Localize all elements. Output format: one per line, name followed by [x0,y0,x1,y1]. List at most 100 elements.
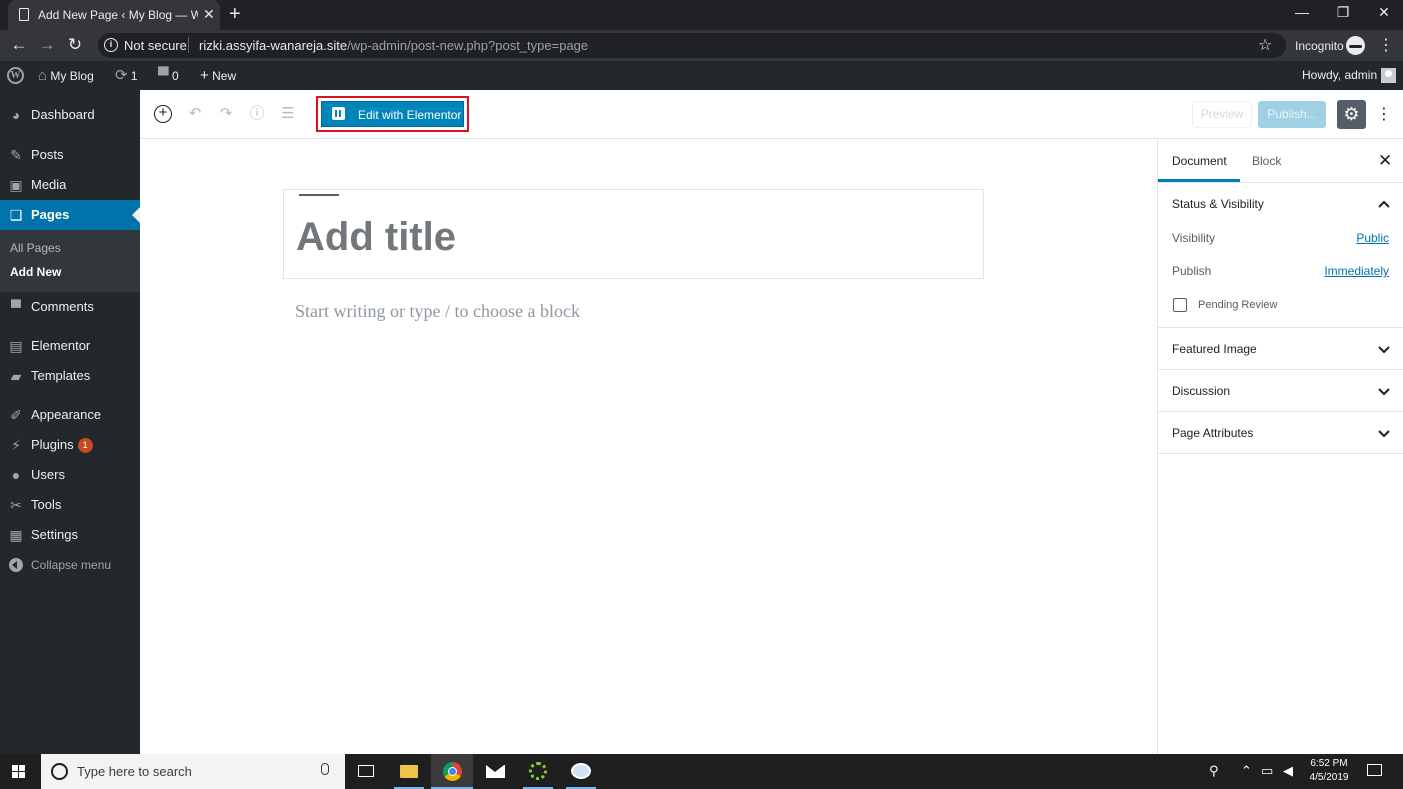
sidebar-item-label: Pages [31,207,70,222]
sidebar-item-comments[interactable]: ▀ Comments [0,292,140,322]
chevron-up-icon[interactable]: ⌃ [1241,763,1252,779]
sidebar-item-settings[interactable]: ▦ Settings [0,520,140,550]
people-icon[interactable]: ⚲ [1209,763,1219,779]
sidebar-item-templates[interactable]: ▰ Templates [0,361,140,391]
sidebar-item-elementor[interactable]: ▤ Elementor [0,331,140,361]
publish-button[interactable]: Publish... [1258,101,1326,128]
sidebar-item-plugins[interactable]: ⚡ Plugins 1 [0,430,140,460]
edit-with-elementor-button[interactable]: Edit with Elementor [321,101,464,127]
sidebar-item-appearance[interactable]: ✐ Appearance [0,400,140,430]
task-view-icon[interactable] [345,754,387,789]
panel-status-visibility[interactable]: Status & Visibility [1158,183,1403,225]
block-placeholder[interactable]: Start writing or type / to choose a bloc… [295,301,580,322]
home-icon: ⌂ [38,67,48,84]
tab-document[interactable]: Document [1172,154,1227,168]
submenu-all-pages[interactable]: All Pages [10,241,61,255]
bookmark-star-icon[interactable]: ☆ [1258,35,1272,55]
loading-app-icon[interactable] [517,754,559,789]
clock-date: 4/5/2019 [1309,772,1349,783]
paint-icon[interactable] [560,754,602,789]
divider [188,37,189,53]
submenu-add-new[interactable]: Add New [10,265,61,279]
mail-icon[interactable] [474,754,516,789]
taskbar-search[interactable]: Type here to search [41,754,345,789]
forward-icon[interactable]: → [37,35,57,55]
sidebar-item-tools[interactable]: ✂ Tools [0,490,140,520]
folder-icon: ▰ [10,368,22,384]
sidebar-item-media[interactable]: ▣ Media [0,170,140,200]
file-explorer-icon[interactable] [388,754,430,789]
redo-icon[interactable]: ↷ [216,104,236,124]
avatar[interactable] [1381,68,1396,83]
title-field[interactable]: Add title [283,189,984,279]
visibility-link[interactable]: Public [1356,231,1389,245]
undo-icon[interactable]: ↶ [185,104,205,124]
chrome-icon[interactable] [431,754,473,789]
close-window-icon[interactable]: ✕ [1374,4,1394,21]
comments-link[interactable]: ▀ 0 [158,61,179,90]
publish-date-link[interactable]: Immediately [1324,264,1389,278]
panel-discussion[interactable]: Discussion [1158,370,1403,412]
pages-icon: ❏ [9,207,23,223]
sidebar-item-label: Templates [31,368,91,383]
sidebar-tabs: Document Block ✕ [1158,139,1403,183]
network-icon[interactable]: ▭ [1261,763,1273,779]
panel-page-attributes[interactable]: Page Attributes [1158,412,1403,454]
elementor-icon [332,107,345,120]
reload-icon[interactable]: ↻ [65,35,85,55]
sidebar-item-users[interactable]: ● Users [0,460,140,490]
pending-review-checkbox[interactable] [1173,298,1187,312]
collapse-menu-button[interactable]: Collapse menu [31,558,111,572]
info-icon[interactable]: i [104,38,118,52]
user-icon: ● [11,467,21,483]
browser-menu-icon[interactable]: ⋮ [1378,35,1394,55]
new-tab-icon[interactable]: + [229,3,241,26]
wordpress-logo-icon[interactable]: W [7,67,24,84]
incognito-label: Incognito [1295,39,1344,53]
address-bar[interactable]: i Not secure rizki.assyifa-wanareja.site… [98,33,1286,58]
browser-toolbar: ← → ↻ i Not secure rizki.assyifa-wanarej… [0,30,1403,61]
new-content-link[interactable]: + New [200,61,236,90]
info-icon[interactable]: ⓘ [247,104,267,124]
outline-icon[interactable]: ☰ [278,104,298,124]
back-icon[interactable]: ← [9,35,29,55]
chevron-up-icon [1378,200,1390,208]
updates-icon: ⟳ [115,67,128,84]
title-placeholder: Add title [296,215,456,259]
close-tab-icon[interactable]: ✕ [203,6,215,23]
chevron-down-icon [1378,430,1390,438]
sidebar-item-label: Media [31,177,67,192]
preview-button[interactable]: Preview [1192,101,1252,128]
tab-title: Add New Page ‹ My Blog — WordPress [38,8,198,22]
sidebar-item-posts[interactable]: ✎ Posts [0,140,140,170]
restore-icon[interactable]: ❐ [1333,4,1353,21]
panel-featured-image[interactable]: Featured Image [1158,328,1403,370]
minimize-icon[interactable]: — [1292,4,1312,20]
volume-icon[interactable]: ◀ [1283,763,1293,779]
collapse-icon[interactable] [9,558,23,572]
site-name-link[interactable]: ⌂ My Blog [38,61,94,90]
close-icon[interactable]: ✕ [1378,151,1392,171]
add-block-icon[interactable]: + [154,105,172,123]
sidebar-item-dashboard[interactable]: ◕ Dashboard [0,100,140,130]
settings-gear-button[interactable]: ⚙ [1337,100,1366,129]
sidebar-item-label: Elementor [31,338,91,353]
more-options-icon[interactable]: ⋮ [1376,104,1392,124]
browser-tab[interactable]: Add New Page ‹ My Blog — WordPress ✕ [8,0,220,30]
updates-link[interactable]: ⟳ 1 [115,61,138,90]
sidebar-item-label: Plugins 1 [31,430,93,460]
security-label: Not secure [124,38,187,53]
wp-admin-bar: W ⌂ My Blog ⟳ 1 ▀ 0 + New Howdy, admin [0,61,1403,90]
url-text[interactable]: rizki.assyifa-wanareja.site/wp-admin/pos… [199,38,588,53]
sidebar-item-pages[interactable]: ❏ Pages [0,200,140,230]
windows-start-icon[interactable] [12,765,26,779]
tab-block[interactable]: Block [1252,154,1281,168]
howdy-link[interactable]: Howdy, admin [1302,61,1377,90]
microphone-icon[interactable] [321,763,329,775]
comment-icon: ▀ [11,299,21,315]
incognito-icon[interactable] [1346,36,1365,55]
chevron-down-icon [1378,388,1390,396]
notification-icon[interactable] [1367,764,1382,776]
system-clock[interactable]: 6:52 PM 4/5/2019 [1303,757,1355,785]
elementor-icon: ▤ [9,338,23,354]
